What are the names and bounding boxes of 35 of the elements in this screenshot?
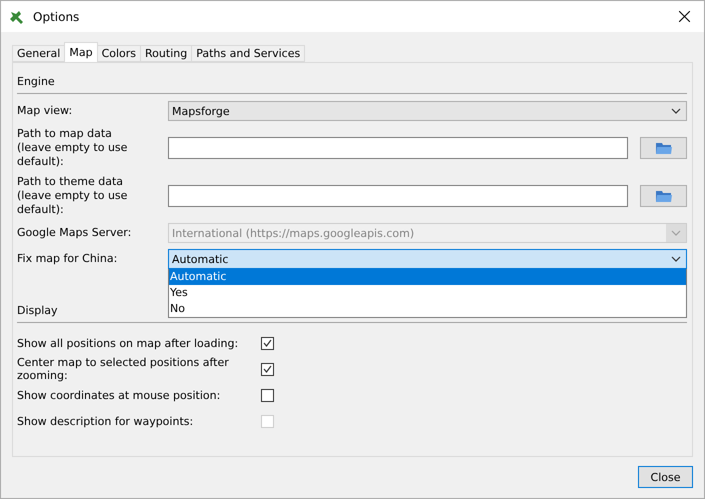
field-label: Fix map for China:	[17, 252, 118, 266]
tab[interactable]: Colors	[96, 45, 142, 62]
field-label: Path to theme data (leave empty to use default):	[17, 175, 128, 217]
browse-button[interactable]	[640, 185, 687, 207]
input-field[interactable]	[168, 185, 628, 207]
combo-box[interactable]: Automatic	[168, 249, 687, 269]
checkbox-label: Show description for waypoints:	[17, 414, 194, 428]
chevron-down-icon	[671, 230, 681, 236]
checkbox[interactable]	[261, 336, 274, 350]
checkbox-label: Center map to selected positions after zooming:	[17, 356, 230, 382]
tab[interactable]: Routing	[140, 45, 192, 62]
field-label: Map view:	[17, 104, 74, 118]
browse-button[interactable]	[640, 137, 687, 159]
combo-box[interactable]: Mapsforge	[168, 101, 687, 121]
folder-icon	[656, 142, 672, 154]
close-icon	[679, 11, 690, 22]
checkbox-label: Show coordinates at mouse position:	[17, 388, 222, 402]
field-label: Path to map data (leave empty to use default):	[17, 127, 128, 169]
chevron-down-icon	[671, 256, 681, 262]
tab[interactable]: General	[12, 45, 66, 62]
folder-icon	[656, 190, 672, 202]
window-title: Options	[33, 10, 80, 24]
checkbox[interactable]	[261, 388, 274, 402]
tab[interactable]: Paths and Services	[191, 45, 306, 62]
section-heading: Display	[17, 304, 58, 316]
checkbox-label: Show all positions on map after loading:	[17, 336, 240, 350]
section-heading: Engine	[17, 74, 55, 88]
field-label: Google Maps Server:	[17, 226, 132, 240]
dropdown-option[interactable]: Automatic	[169, 269, 686, 285]
close-button[interactable]: Close	[638, 466, 693, 488]
input-field[interactable]	[168, 137, 628, 159]
checkbox[interactable]	[261, 362, 274, 376]
tab[interactable]: Map	[64, 42, 98, 62]
logo-icon	[9, 8, 25, 24]
chevron-down-icon	[671, 108, 681, 114]
